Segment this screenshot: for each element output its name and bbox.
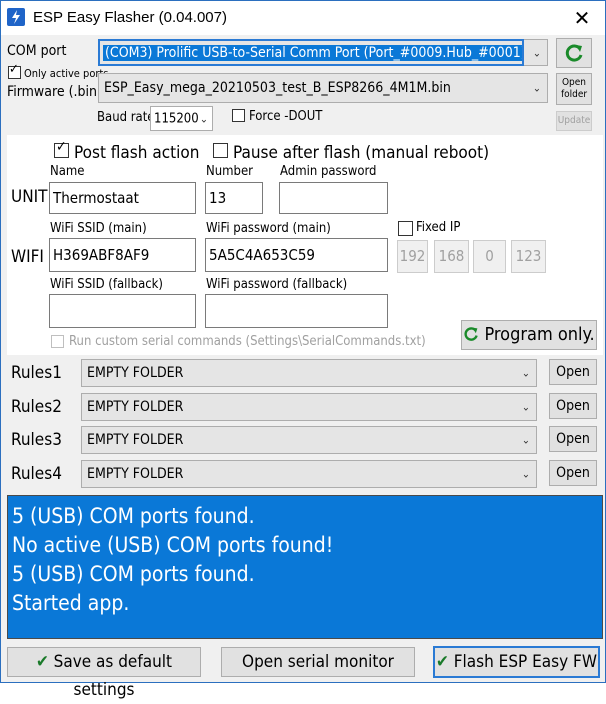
only-active-ports-label: Only active ports <box>24 67 109 80</box>
flash-esp-easy-label: Flash ESP Easy FW <box>453 652 597 672</box>
program-only-label: Program only. <box>484 324 595 345</box>
chevron-down-icon: ⌄ <box>521 433 530 447</box>
wifi-ssid-main-field[interactable]: H369ABF8AF9 <box>49 238 196 272</box>
baud-rate-label: Baud rate <box>97 110 155 125</box>
fixed-ip-octet-1[interactable]: 192 <box>397 240 428 273</box>
firmware-value: ESP_Easy_mega_20210503_test_B_ESP8266_4M… <box>104 80 451 96</box>
fixed-ip-octet-4[interactable]: 123 <box>511 240 546 273</box>
unit-label: UNIT <box>11 187 48 207</box>
post-flash-checkbox[interactable]: ✓ <box>54 139 69 158</box>
rules3-value: EMPTY FOLDER <box>87 432 184 448</box>
rules4-open-button[interactable]: Open <box>549 460 597 486</box>
chevron-down-icon: ⌄ <box>521 400 530 414</box>
close-icon[interactable]: ✕ <box>567 5 597 31</box>
rules2-label: Rules2 <box>11 397 62 417</box>
wifi-ssid-fallback-label: WiFi SSID (fallback) <box>50 277 164 292</box>
rules2-open-button[interactable]: Open <box>549 393 597 419</box>
com-port-select[interactable]: (COM3) Prolific USB-to-Serial Comm Port … <box>98 39 524 66</box>
com-port-value: (COM3) Prolific USB-to-Serial Comm Port … <box>103 44 522 61</box>
save-default-settings-label: Save as default settings <box>53 652 173 700</box>
baud-rate-value: 115200 <box>154 111 199 126</box>
wifi-label: WIFI <box>11 247 44 267</box>
pause-after-flash-checkbox[interactable] <box>213 143 228 158</box>
rules4-label: Rules4 <box>11 464 62 484</box>
com-port-dropdown-button[interactable]: ⌄ <box>524 39 548 66</box>
rules1-open-button[interactable]: Open <box>549 359 597 385</box>
program-only-button[interactable]: Program only. <box>461 320 597 350</box>
firmware-select[interactable]: ESP_Easy_mega_20210503_test_B_ESP8266_4M… <box>98 73 548 103</box>
rules1-select[interactable]: EMPTY FOLDER ⌄ <box>81 359 537 387</box>
rules4-select[interactable]: EMPTY FOLDER ⌄ <box>81 460 537 488</box>
chevron-down-icon: ⌄ <box>521 366 530 380</box>
chevron-down-icon: ⌄ <box>199 112 208 125</box>
serial-commands-checkbox[interactable] <box>51 335 64 348</box>
save-default-settings-button[interactable]: ✔ Save as default settings <box>7 647 201 700</box>
chevron-down-icon: ⌄ <box>521 467 530 481</box>
title-bar: ESP Easy Flasher (0.04.007) ✕ <box>1 1 605 35</box>
firmware-label: Firmware (.bin) <box>7 84 102 100</box>
checkmark-icon: ✔ <box>436 652 449 672</box>
unit-name-label: Name <box>50 164 85 179</box>
log-output[interactable]: 5 (USB) COM ports found. No active (USB)… <box>7 495 603 639</box>
fixed-ip-checkbox[interactable] <box>398 221 413 236</box>
log-line: Started app. <box>12 591 130 615</box>
open-folder-button[interactable]: Open folder <box>556 73 592 105</box>
post-flash-label: Post flash action <box>74 143 200 163</box>
rules2-value: EMPTY FOLDER <box>87 399 184 415</box>
baud-rate-select[interactable]: 115200 ⌄ <box>150 106 213 131</box>
log-line: 5 (USB) COM ports found. <box>12 562 255 586</box>
refresh-icon <box>565 44 583 62</box>
unit-number-field[interactable]: 13 <box>205 182 263 214</box>
wifi-ssid-main-label: WiFi SSID (main) <box>50 221 147 236</box>
chevron-down-icon: ⌄ <box>532 46 541 59</box>
app-window: ESP Easy Flasher (0.04.007) ✕ COM port (… <box>0 0 606 700</box>
fixed-ip-octet-2[interactable]: 168 <box>434 240 469 273</box>
rules3-open-button[interactable]: Open <box>549 426 597 452</box>
wifi-password-fallback-field[interactable] <box>205 294 388 328</box>
wifi-ssid-fallback-field[interactable] <box>49 294 196 328</box>
com-port-label: COM port <box>7 43 67 59</box>
admin-password-label: Admin password <box>280 164 377 179</box>
pause-after-flash-label: Pause after flash (manual reboot) <box>233 143 490 163</box>
window-title: ESP Easy Flasher (0.04.007) <box>33 9 227 26</box>
checkmark-icon: ✔ <box>35 652 49 672</box>
log-line: 5 (USB) COM ports found. <box>12 504 255 528</box>
wifi-password-main-label: WiFi password (main) <box>206 221 331 236</box>
admin-password-field[interactable] <box>279 182 388 214</box>
unit-name-field[interactable]: Thermostaat <box>49 182 196 214</box>
refresh-icon <box>464 327 479 341</box>
checkmark-icon: ✓ <box>56 139 67 155</box>
checkmark-icon: ✓ <box>9 62 19 77</box>
rules4-value: EMPTY FOLDER <box>87 466 184 482</box>
force-dout-checkbox[interactable] <box>232 109 245 122</box>
only-active-ports-checkbox[interactable]: ✓ <box>8 62 21 79</box>
rules3-select[interactable]: EMPTY FOLDER ⌄ <box>81 426 537 454</box>
fixed-ip-octet-3[interactable]: 0 <box>473 240 506 273</box>
app-icon <box>7 8 25 26</box>
rules1-label: Rules1 <box>11 363 62 383</box>
rules3-label: Rules3 <box>11 430 62 450</box>
log-line: No active (USB) COM ports found! <box>12 533 334 557</box>
open-serial-monitor-button[interactable]: Open serial monitor <box>221 647 415 677</box>
fixed-ip-label: Fixed IP <box>416 220 461 235</box>
rules1-value: EMPTY FOLDER <box>87 365 184 381</box>
refresh-ports-button[interactable] <box>556 38 592 68</box>
wifi-password-main-field[interactable]: 5A5C4A653C59 <box>205 238 388 272</box>
update-button[interactable]: Update <box>556 111 592 131</box>
rules2-select[interactable]: EMPTY FOLDER ⌄ <box>81 393 537 421</box>
unit-number-label: Number <box>206 164 253 179</box>
force-dout-label: Force -DOUT <box>249 109 323 124</box>
chevron-down-icon: ⌄ <box>532 81 541 95</box>
flash-esp-easy-button[interactable]: ✔ Flash ESP Easy FW <box>433 646 600 678</box>
wifi-password-fallback-label: WiFi password (fallback) <box>206 277 348 292</box>
serial-commands-label: Run custom serial commands (Settings\Ser… <box>69 334 426 349</box>
